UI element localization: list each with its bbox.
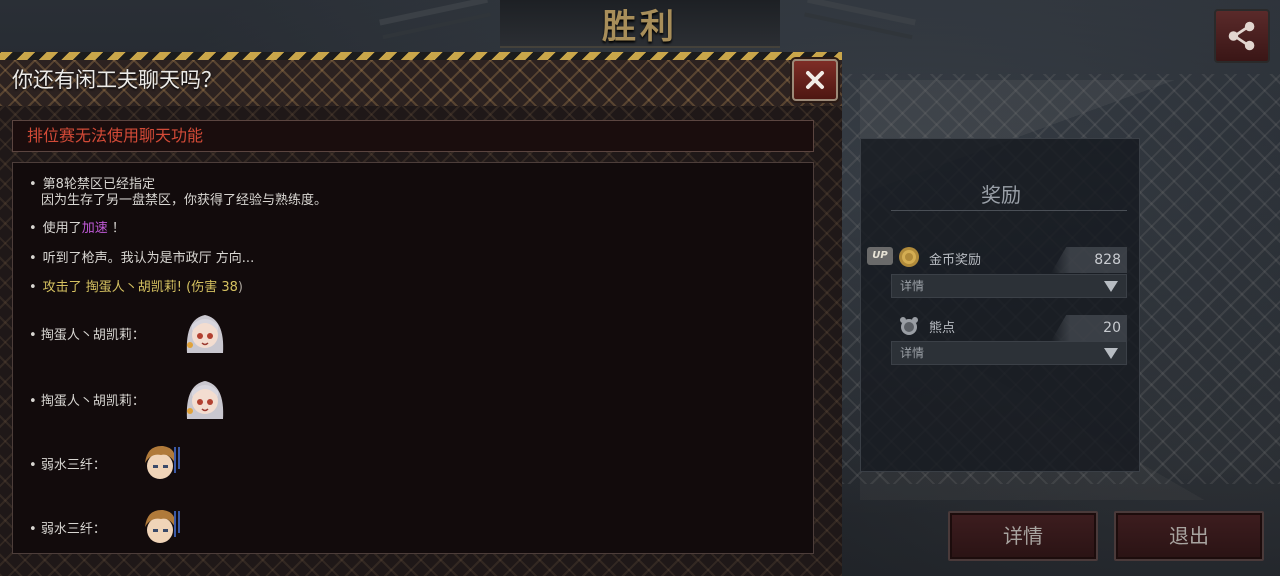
- girl-sticker-icon: [186, 315, 224, 353]
- chat-dialog: 你还有闲工夫聊天吗？ 排位赛无法使用聊天功能 • 第8轮禁区已经指定 因为生存了另…: [0, 52, 842, 576]
- message-text: 听到了枪声。我认为是市政厅 方向...: [42, 251, 255, 266]
- bear-point-value: 20: [1051, 315, 1127, 341]
- exit-button[interactable]: 退出: [1114, 511, 1264, 561]
- message-text: 第8轮禁区已经指定: [42, 177, 155, 192]
- reward-panel: 奖励 UP 金币奖励 828 详情 熊点 20 详情: [860, 138, 1140, 472]
- detail-button[interactable]: 详情: [948, 511, 1098, 561]
- damage-value: 38: [221, 280, 238, 295]
- bear-point-icon: [897, 313, 921, 337]
- chevron-down-icon: [1104, 348, 1118, 359]
- bear-detail-label: 详情: [900, 346, 925, 360]
- boy-sticker-icon: [145, 509, 180, 543]
- reward-divider: [891, 210, 1127, 211]
- coin-detail-label: 详情: [900, 279, 925, 293]
- victory-banner: 胜利: [500, 0, 780, 48]
- sender-name: • 掏蛋人丶胡凯莉：: [29, 394, 145, 409]
- skill-name: 加速: [81, 221, 108, 236]
- attack-text: 攻击了 掏蛋人丶胡凯莉! (伤害: [42, 280, 222, 295]
- bear-detail-dropdown[interactable]: 详情: [891, 341, 1127, 365]
- chevron-down-icon: [1104, 281, 1118, 292]
- girl-sticker-icon: [186, 381, 224, 419]
- bear-point-row: 熊点 20: [891, 313, 1127, 341]
- coin-reward-label: 金币奖励: [929, 253, 982, 268]
- share-button[interactable]: [1214, 9, 1270, 63]
- bullet: •: [29, 280, 37, 295]
- attack-text-end: ): [237, 280, 243, 295]
- bear-point-label: 熊点: [929, 321, 956, 336]
- hazard-stripe: [0, 52, 842, 60]
- boy-sticker-icon: [145, 445, 180, 479]
- sender-name: • 弱水三纤：: [29, 522, 106, 537]
- share-icon: [1228, 21, 1255, 51]
- dialog-title: 你还有闲工夫聊天吗？: [12, 68, 222, 92]
- message-text: 使用了: [42, 221, 82, 236]
- chat-message: • 使用了加速 ！: [29, 221, 125, 237]
- bullet: •: [29, 177, 37, 192]
- coin-reward-row: UP 金币奖励 828: [867, 245, 1127, 273]
- close-icon: [806, 71, 824, 89]
- message-text: ！: [111, 221, 125, 236]
- sender-name: • 弱水三纤：: [29, 458, 106, 473]
- chat-message: • 第8轮禁区已经指定: [29, 177, 155, 193]
- reward-title: 奖励: [981, 183, 1021, 207]
- chat-disabled-notice: 排位赛无法使用聊天功能: [12, 120, 814, 152]
- chat-message: • 听到了枪声。我认为是市政厅 方向...: [29, 251, 254, 267]
- sender-name: • 掏蛋人丶胡凯莉：: [29, 328, 145, 343]
- up-badge: UP: [867, 247, 893, 265]
- chat-log[interactable]: • 第8轮禁区已经指定 因为生存了另一盘禁区，你获得了经验与熟练度。 • 使用了加速…: [12, 162, 814, 554]
- close-button[interactable]: [792, 59, 838, 101]
- coin-detail-dropdown[interactable]: 详情: [891, 274, 1127, 298]
- coin-icon: [897, 245, 921, 269]
- chat-message-continuation: 因为生存了另一盘禁区，你获得了经验与熟练度。: [41, 193, 328, 208]
- bullet: •: [29, 221, 37, 236]
- attack-message: • 攻击了 掏蛋人丶胡凯莉! (伤害 38): [29, 280, 243, 296]
- coin-reward-value: 828: [1051, 247, 1127, 273]
- bullet: •: [29, 251, 37, 266]
- victory-title: 胜利: [602, 6, 678, 47]
